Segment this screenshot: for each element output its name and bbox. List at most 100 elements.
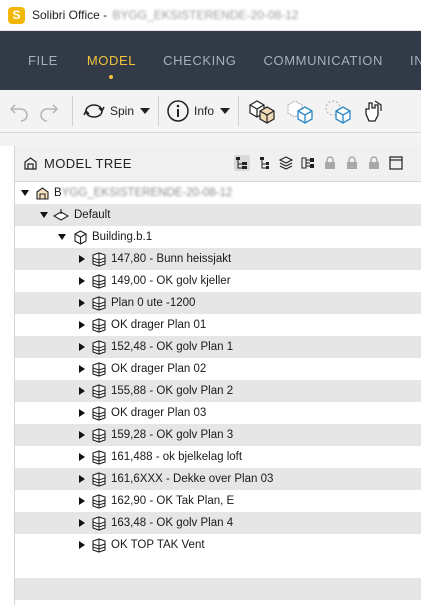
window-title: Solibri Office - BYGG_EKSISTERENDE-20-08…	[32, 8, 299, 22]
redo-button[interactable]	[38, 95, 60, 127]
hand-icon	[365, 100, 382, 122]
structure-view-button[interactable]	[300, 155, 316, 171]
storey-label: OK drager Plan 01	[111, 319, 207, 331]
collapse-icon[interactable]	[21, 190, 29, 196]
storey-label: 155,88 - OK golv Plan 2	[111, 385, 234, 397]
toolbar-separator	[238, 96, 240, 126]
storey-icon	[91, 537, 107, 553]
isolate-button[interactable]	[323, 95, 353, 127]
expand-icon[interactable]	[79, 431, 85, 439]
expand-icon[interactable]	[79, 497, 85, 505]
cubes-hidden-icon	[287, 100, 313, 124]
expand-icon[interactable]	[79, 343, 85, 351]
spin-label: Spin	[110, 104, 135, 118]
undo-icon	[9, 104, 28, 122]
storey-label: 149,00 - OK golv kjeller	[111, 275, 231, 287]
tree-row-storey[interactable]: 152,48 - OK golv Plan 1	[15, 336, 421, 358]
storey-label: 163,48 - OK golv Plan 4	[111, 517, 234, 529]
project-icon	[34, 185, 50, 201]
spin-icon	[83, 104, 105, 118]
tree-row-storey[interactable]: OK TOP TAK Vent	[15, 534, 421, 556]
undo-button[interactable]	[8, 95, 30, 127]
window-icon	[389, 156, 403, 170]
hierarchy-view-button[interactable]	[234, 155, 250, 171]
expand-icon[interactable]	[79, 277, 85, 285]
lock-button-3[interactable]	[366, 155, 382, 171]
expand-icon[interactable]	[79, 321, 85, 329]
storey-icon	[91, 427, 107, 443]
tree-view-button[interactable]	[256, 155, 272, 171]
tree-row-storey[interactable]: 163,48 - OK golv Plan 4	[15, 512, 421, 534]
tree-row-building[interactable]: Building.b.1	[15, 226, 421, 248]
expand-icon[interactable]	[79, 255, 85, 263]
tree-row-storey[interactable]: Plan 0 ute -1200	[15, 292, 421, 314]
lock-icon	[347, 156, 357, 169]
storey-icon	[91, 493, 107, 509]
window-title-redacted: BYGG_EKSISTERENDE-20-08-12	[112, 8, 299, 22]
expand-icon[interactable]	[79, 299, 85, 307]
toolbar-gap	[0, 133, 421, 146]
collapse-icon[interactable]	[40, 212, 48, 218]
hierarchy-icon	[236, 157, 247, 169]
tree-row-storey[interactable]: OK drager Plan 01	[15, 314, 421, 336]
expand-icon[interactable]	[79, 409, 85, 417]
tree-row-storey[interactable]: OK drager Plan 03	[15, 402, 421, 424]
toolbar: Spin Info	[0, 90, 421, 133]
expand-icon[interactable]	[79, 541, 85, 549]
model-tree-icon	[24, 157, 37, 170]
expand-icon[interactable]	[79, 453, 85, 461]
tree-row-storey[interactable]: 162,90 - OK Tak Plan, E	[15, 490, 421, 512]
info-dropdown[interactable]: Info	[166, 95, 231, 127]
redo-icon	[40, 104, 59, 122]
lock-button-1[interactable]	[322, 155, 338, 171]
title-bar: S Solibri Office - BYGG_EKSISTERENDE-20-…	[0, 0, 421, 31]
tree-row-storey[interactable]: 155,88 - OK golv Plan 2	[15, 380, 421, 402]
tree-empty-row	[15, 578, 421, 600]
storey-label: 159,28 - OK golv Plan 3	[111, 429, 234, 441]
tree-building-label: Building.b.1	[92, 231, 153, 243]
lock-button-2[interactable]	[344, 155, 360, 171]
storey-label: 147,80 - Bunn heissjakt	[111, 253, 232, 265]
tree-row-storey[interactable]: 149,00 - OK golv kjeller	[15, 270, 421, 292]
expand-icon[interactable]	[79, 475, 85, 483]
storey-label: OK drager Plan 02	[111, 363, 207, 375]
window-title-text: Solibri Office -	[32, 8, 111, 22]
maximize-panel-button[interactable]	[388, 155, 404, 171]
tree-row-root[interactable]: BYGG_EKSISTERENDE-20-08-12	[15, 182, 421, 204]
menu-communication[interactable]: COMMUNICATION	[264, 53, 384, 68]
info-icon	[167, 100, 189, 122]
menu-info[interactable]: INFO	[410, 53, 421, 68]
menu-file[interactable]: FILE	[28, 53, 58, 68]
tree-row-storey[interactable]: 159,28 - OK golv Plan 3	[15, 424, 421, 446]
storey-icon	[91, 295, 107, 311]
structure-icon	[301, 157, 314, 169]
storey-icon	[91, 383, 107, 399]
storey-label: Plan 0 ute -1200	[111, 297, 196, 309]
menu-checking[interactable]: CHECKING	[163, 53, 236, 68]
tree-root-label: BYGG_EKSISTERENDE-20-08-12	[54, 187, 232, 199]
toolbar-separator	[72, 96, 73, 126]
menu-model[interactable]: MODEL	[87, 53, 136, 79]
storey-label: 162,90 - OK Tak Plan, E	[111, 495, 235, 507]
model-tree: BYGG_EKSISTERENDE-20-08-12 Default Build…	[15, 182, 421, 600]
tree-row-storey[interactable]: 161,6XXX - Dekke over Plan 03	[15, 468, 421, 490]
chevron-down-icon	[140, 108, 151, 114]
show-all-button[interactable]	[247, 95, 277, 127]
cubes-icon	[249, 100, 275, 124]
expand-icon[interactable]	[79, 387, 85, 395]
select-hand-button[interactable]	[361, 95, 385, 127]
hide-button[interactable]	[285, 95, 315, 127]
storey-icon	[91, 405, 107, 421]
spin-dropdown[interactable]: Spin	[82, 95, 151, 127]
tree-row-storey[interactable]: OK drager Plan 02	[15, 358, 421, 380]
expand-icon[interactable]	[79, 519, 85, 527]
storey-icon	[91, 317, 107, 333]
tree-row-default[interactable]: Default	[15, 204, 421, 226]
collapse-icon[interactable]	[58, 234, 66, 240]
tree-row-storey[interactable]: 161,488 - ok bjelkelag loft	[15, 446, 421, 468]
tree-default-label: Default	[74, 209, 111, 221]
expand-icon[interactable]	[79, 365, 85, 373]
tree-row-storey[interactable]: 147,80 - Bunn heissjakt	[15, 248, 421, 270]
site-icon	[53, 207, 69, 223]
layers-view-button[interactable]	[278, 155, 294, 171]
